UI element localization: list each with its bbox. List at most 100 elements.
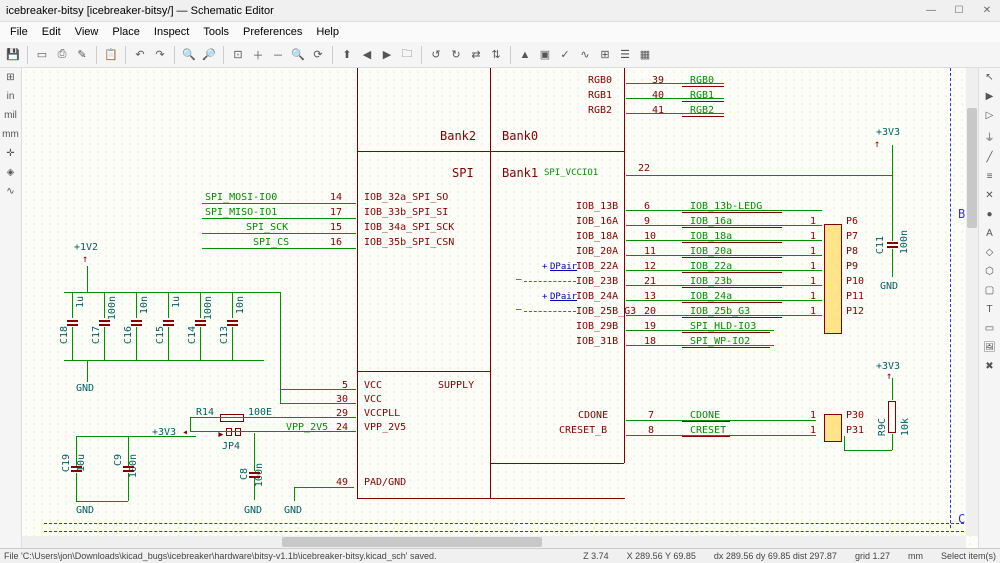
pcb-icon[interactable]: ▦ <box>636 46 654 64</box>
text-icon[interactable]: T <box>986 304 992 315</box>
noconnect-icon[interactable]: ✕ <box>985 190 993 201</box>
symbol-div <box>490 68 491 498</box>
menu-view[interactable]: View <box>69 24 105 40</box>
paste-icon[interactable]: 📋 <box>102 46 120 64</box>
zoom-fit-icon[interactable]: ⊡ <box>229 46 247 64</box>
close-button[interactable]: ✕ <box>980 5 994 16</box>
menu-edit[interactable]: Edit <box>36 24 67 40</box>
scrollbar-h[interactable] <box>22 536 966 548</box>
wire <box>128 473 129 501</box>
conn-label: P12 <box>846 307 864 317</box>
bank0-label: Bank0 <box>502 130 538 142</box>
conn-pin1: 1 <box>810 247 816 257</box>
hidden-pins-icon[interactable]: ◈ <box>7 167 15 178</box>
global-label-icon[interactable]: ⬡ <box>985 266 994 277</box>
menu-preferences[interactable]: Preferences <box>237 24 308 40</box>
zoom-in-icon[interactable]: ＋ <box>249 46 267 64</box>
symbol-editor-icon[interactable]: ▲ <box>516 46 534 64</box>
bom-icon[interactable]: ☰ <box>616 46 634 64</box>
zoom-tool-icon[interactable]: 🔍 <box>289 46 307 64</box>
wire-tool-icon[interactable]: ╱ <box>986 152 992 163</box>
units-mm[interactable]: mm <box>2 129 19 140</box>
wire <box>232 327 233 360</box>
schematic-canvas[interactable]: Bank2 Bank0 SPI Bank1 SPI_VCCIO1 SUPPLY … <box>22 68 978 548</box>
menu-place[interactable]: Place <box>106 24 146 40</box>
wire <box>892 434 893 450</box>
print-icon[interactable]: ⎙ <box>53 46 71 64</box>
zoom-redraw-icon[interactable]: ⟳ <box>309 46 327 64</box>
rotate-cw-icon[interactable]: ↻ <box>447 46 465 64</box>
nav-up-icon[interactable]: ⬆ <box>338 46 356 64</box>
nav-back-icon[interactable]: ◀ <box>358 46 376 64</box>
mirror-h-icon[interactable]: ⇄ <box>467 46 485 64</box>
erc-icon[interactable]: ✓ <box>556 46 574 64</box>
wire <box>190 431 356 432</box>
wire <box>626 98 724 99</box>
plot-icon[interactable]: ✎ <box>73 46 91 64</box>
hier-label-icon[interactable]: ▢ <box>985 285 994 296</box>
save-icon[interactable]: 💾 <box>4 46 22 64</box>
assign-fp-icon[interactable]: ⊞ <box>596 46 614 64</box>
padgnd: PAD/GND <box>364 478 406 488</box>
scrollbar-v[interactable] <box>966 68 978 536</box>
overline <box>682 317 782 318</box>
toolbar: 💾 ▭ ⎙ ✎ 📋 ↶ ↷ 🔍 🔎 ⊡ ＋ － 🔍 ⟳ ⬆ ◀ ▶ 🗀 ↺ ↻ … <box>0 42 1000 68</box>
highlight-icon[interactable]: ▶ <box>986 91 994 102</box>
c9: C9 <box>114 454 124 466</box>
r9c: R9C <box>878 418 888 436</box>
wire <box>626 113 724 114</box>
rect-tool-icon[interactable]: ▭ <box>985 323 994 334</box>
wire <box>626 330 774 331</box>
b1-port: IOB_23B <box>576 277 618 287</box>
grid-toggle-icon[interactable]: ⊞ <box>6 72 14 83</box>
select-tool-icon[interactable]: ↖ <box>985 72 993 83</box>
wire <box>844 450 892 451</box>
hierarchy-icon[interactable]: 🗀 <box>398 46 416 64</box>
add-symbol-icon[interactable]: ▷ <box>986 110 994 121</box>
units-in[interactable]: in <box>7 91 15 102</box>
connector-p6-p12 <box>824 224 842 334</box>
conn-pin1: 1 <box>810 277 816 287</box>
wire <box>844 436 845 450</box>
mirror-v-icon[interactable]: ⇅ <box>487 46 505 64</box>
wire <box>626 83 724 84</box>
redo-icon[interactable]: ↷ <box>151 46 169 64</box>
find-icon[interactable]: 🔍 <box>180 46 198 64</box>
minimize-button[interactable]: — <box>924 5 938 16</box>
conn-pin1: 1 <box>810 232 816 242</box>
simulator-icon[interactable]: ∿ <box>576 46 594 64</box>
wire <box>626 300 822 301</box>
menu-inspect[interactable]: Inspect <box>148 24 195 40</box>
cursor-icon[interactable]: ✛ <box>6 148 14 159</box>
conn-label: P8 <box>846 247 858 257</box>
gnd-bl: GND <box>76 506 94 516</box>
maximize-button[interactable]: ☐ <box>952 5 966 16</box>
rgb1-net: RGB1 <box>690 91 714 101</box>
net-label-icon[interactable]: ◇ <box>986 247 994 258</box>
add-power-icon[interactable]: ⏚ <box>985 129 995 144</box>
bus-tool-icon[interactable]: ≡ <box>987 171 993 182</box>
b1-port: IOB_24A <box>576 292 618 302</box>
zoom-out-icon[interactable]: － <box>269 46 287 64</box>
pin1a: 1 <box>810 411 816 421</box>
page-settings-icon[interactable]: ▭ <box>33 46 51 64</box>
wire <box>264 292 280 293</box>
footprint-icon[interactable]: ▣ <box>536 46 554 64</box>
conn-label: P10 <box>846 277 864 287</box>
delete-icon[interactable]: ✖ <box>985 361 993 372</box>
nav-fwd-icon[interactable]: ▶ <box>378 46 396 64</box>
menu-tools[interactable]: Tools <box>197 24 235 40</box>
units-mil[interactable]: mil <box>4 110 17 121</box>
junction-icon[interactable]: ● <box>986 209 992 220</box>
overline <box>682 242 782 243</box>
rotate-ccw-icon[interactable]: ↺ <box>427 46 445 64</box>
port: IOB_35b_SPI_CSN <box>364 238 454 248</box>
menu-help[interactable]: Help <box>310 24 345 40</box>
c11v: 100n <box>900 230 910 254</box>
undo-icon[interactable]: ↶ <box>131 46 149 64</box>
replace-icon[interactable]: 🔎 <box>200 46 218 64</box>
lines-icon[interactable]: ∿ <box>6 186 14 197</box>
menu-file[interactable]: File <box>4 24 34 40</box>
image-icon[interactable]: 🖼 <box>983 342 996 353</box>
label-icon[interactable]: A <box>986 228 993 239</box>
